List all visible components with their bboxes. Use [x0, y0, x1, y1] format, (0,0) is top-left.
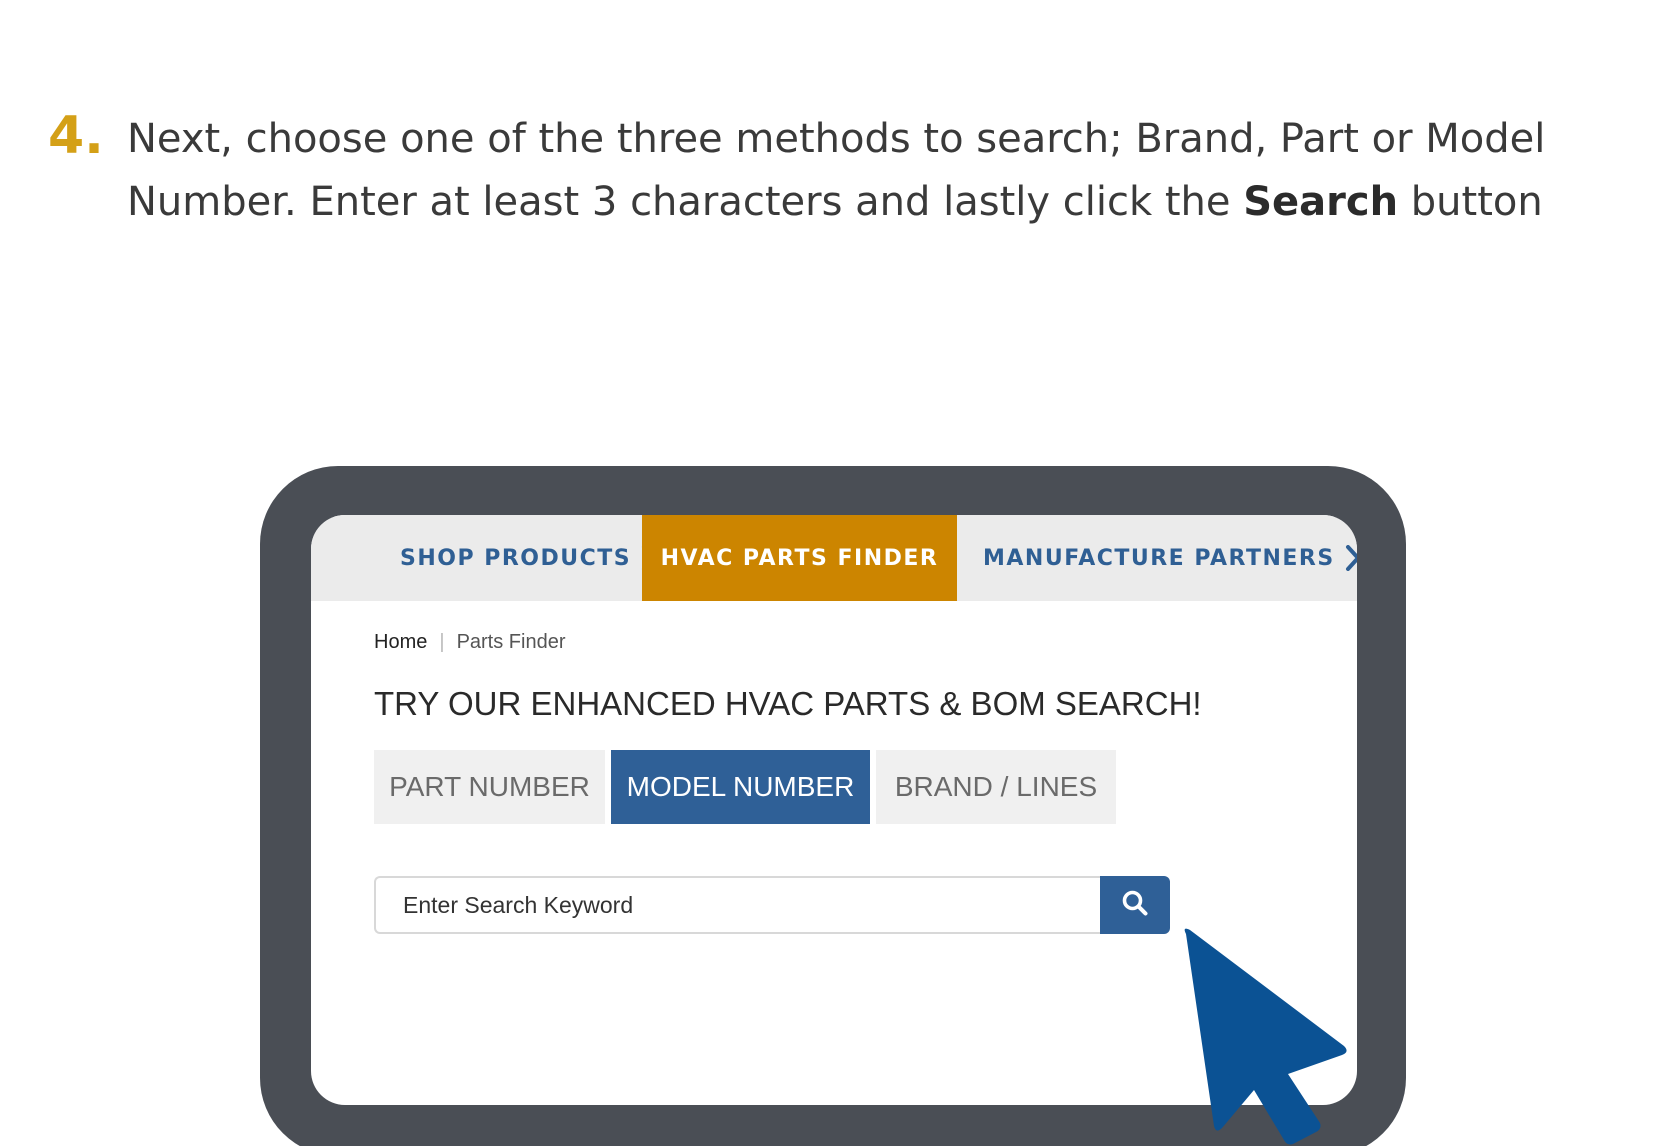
tutorial-page: 4. Next, choose one of the three methods…: [0, 0, 1656, 1146]
nav-hvac-parts-finder-label: HVAC PARTS FINDER: [660, 545, 939, 571]
search-input[interactable]: [374, 876, 1100, 934]
tab-model-number[interactable]: MODEL NUMBER: [611, 750, 870, 824]
search-button[interactable]: [1100, 876, 1170, 934]
step-text-after: button: [1398, 179, 1543, 225]
step-text-bold: Search: [1243, 179, 1399, 225]
nav-manufacture-partners[interactable]: MANUFACTURE PARTNERS: [983, 515, 1357, 601]
breadcrumb: Home | Parts Finder: [374, 631, 566, 654]
breadcrumb-separator: |: [439, 631, 445, 653]
top-navigation: SHOP PRODUCTS HVAC PARTS FINDER MANUFACT…: [311, 515, 1357, 601]
step-text: Next, choose one of the three methods to…: [127, 108, 1607, 234]
tab-part-number[interactable]: PART NUMBER: [374, 750, 605, 824]
step-number: 4.: [48, 106, 104, 166]
nav-shop-products-label: SHOP PRODUCTS: [400, 545, 632, 571]
page-title: TRY OUR ENHANCED HVAC PARTS & BOM SEARCH…: [374, 685, 1202, 722]
breadcrumb-current: Parts Finder: [456, 631, 566, 653]
nav-shop-products[interactable]: SHOP PRODUCTS: [400, 515, 657, 601]
cursor-arrow-icon: [1180, 924, 1350, 1146]
nav-hvac-parts-finder[interactable]: HVAC PARTS FINDER: [642, 515, 957, 601]
search-icon: [1121, 889, 1149, 921]
breadcrumb-home[interactable]: Home: [374, 631, 427, 654]
chevron-right-icon: [1345, 545, 1357, 571]
tab-brand-lines[interactable]: BRAND / LINES: [876, 750, 1116, 824]
nav-manufacture-partners-label: MANUFACTURE PARTNERS: [983, 545, 1335, 571]
